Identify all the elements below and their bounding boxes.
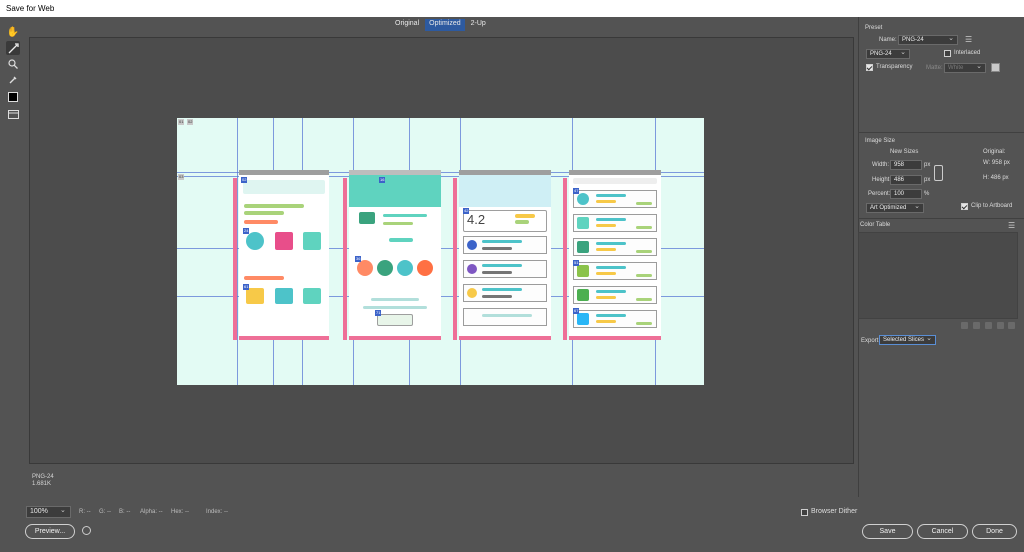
delete-color-icon[interactable] [1008,322,1015,329]
percent-label: Percent: [868,191,891,197]
export-label: Export: [861,338,881,344]
width-label: Width: [872,162,890,168]
width-field[interactable]: 958 [890,160,922,170]
matte-label: Matte: [926,65,943,71]
readout-hex: Hex: -- [171,509,189,515]
readout-g: G: -- [99,509,111,515]
toggle-slices-icon[interactable] [6,107,20,121]
link-proportions-icon[interactable] [934,165,943,181]
status-size: 1.681K [32,481,52,487]
window-titlebar: Save for Web [0,0,1024,17]
new-color-icon[interactable] [997,322,1004,329]
readout-index: Index: -- [206,509,229,515]
readout-r: R: -- [79,509,91,515]
format-select[interactable]: PNG-24 [866,48,910,59]
height-label: Height: [872,177,892,183]
browser-dither-checkbox[interactable] [801,509,808,516]
readout-alpha: Alpha: -- [140,509,163,515]
browser-dither-label: Browser Dither [811,508,858,515]
height-unit: px [924,177,931,183]
slice-label[interactable]: 71 [375,310,382,316]
original-height: H: 486 px [983,175,1009,181]
clip-to-artboard-checkbox[interactable] [961,203,968,210]
color-table-section-label: Color Table [860,222,891,228]
export-select[interactable]: Selected Slices [879,334,936,345]
eyedropper-color-swatch[interactable] [8,92,18,102]
slice-guide [237,118,238,385]
mockup-screen-1: 02 24 61 [233,170,329,340]
eyedropper-tool-icon[interactable] [6,73,20,87]
image-size-section-label: Image Size [865,138,896,144]
tab-original[interactable]: Original [391,19,423,31]
mockup-screen-2: 16 36 71 [343,170,441,340]
done-button[interactable]: Done [972,524,1017,539]
slice-label[interactable]: 16 [379,177,386,183]
preview-canvas[interactable]: 01 02 03 02 24 61 16 36 71 4.2 42 47 51 … [29,37,854,464]
transparency-label: Transparency [876,64,913,70]
slice-label[interactable]: 67 [573,308,580,314]
slice-label[interactable]: 24 [243,228,250,234]
window-title: Save for Web [6,4,55,13]
rating-value: 4.2 [467,212,486,227]
chevron-down-icon[interactable]: ⌄ [60,506,66,514]
zoom-tool-icon[interactable] [6,57,20,71]
slice-label[interactable]: 01 [178,119,185,125]
slice-select-tool-icon[interactable] [6,41,20,55]
lock-color-icon[interactable] [985,322,992,329]
slice-label[interactable]: 51 [573,260,580,266]
quality-select[interactable]: Art Optimized [866,202,924,213]
width-unit: px [924,162,931,168]
clip-to-artboard-label: Clip to Artboard [971,203,1013,209]
view-tabs: Original Optimized 2-Up [391,19,492,31]
slice-label[interactable]: 42 [463,208,470,214]
color-table[interactable] [858,232,1018,319]
preset-menu-icon[interactable]: ☰ [965,35,972,44]
interlaced-checkbox[interactable] [944,50,951,57]
section-divider [858,218,1024,219]
slice-label[interactable]: 36 [355,256,362,262]
slice-label[interactable]: 02 [187,119,194,125]
original-width: W: 958 px [983,160,1010,166]
web-shift-icon[interactable] [973,322,980,329]
save-button[interactable]: Save [862,524,913,539]
map-color-icon[interactable] [961,322,968,329]
globe-icon[interactable] [82,526,91,535]
new-sizes-label: New Sizes [890,149,919,155]
readout-b: B: -- [119,509,131,515]
mockup-screen-3: 4.2 42 [453,170,551,340]
slice-label[interactable]: 03 [178,174,185,180]
percent-unit: % [924,191,930,197]
matte-select[interactable]: White [944,62,986,73]
color-table-menu-icon[interactable]: ☰ [1008,221,1015,230]
preset-section-label: Preset [865,25,883,31]
tab-2-up[interactable]: 2-Up [467,19,490,31]
tools-panel: ✋ [0,17,26,497]
hand-tool-icon[interactable]: ✋ [6,25,20,39]
status-format: PNG-24 [32,474,54,480]
section-divider [858,132,1024,133]
percent-field[interactable]: 100 [890,189,922,199]
mockup-screen-4: 47 51 67 [563,170,661,340]
height-field[interactable]: 486 [890,175,922,185]
original-label: Original: [983,149,1006,155]
artboard-preview[interactable]: 01 02 03 02 24 61 16 36 71 4.2 42 47 51 … [177,118,704,385]
tab-optimized[interactable]: Optimized [425,19,465,31]
transparency-checkbox[interactable] [866,64,873,71]
slice-label[interactable]: 47 [573,188,580,194]
preview-button[interactable]: Preview... [25,524,75,539]
slice-label[interactable]: 02 [241,177,248,183]
preset-name-label: Name: [879,37,897,43]
matte-color-swatch[interactable] [991,63,1000,72]
cancel-button[interactable]: Cancel [917,524,968,539]
interlaced-label: Interlaced [954,50,981,56]
preset-name-select[interactable]: PNG-24 [898,34,958,45]
slice-label[interactable]: 61 [243,284,250,290]
